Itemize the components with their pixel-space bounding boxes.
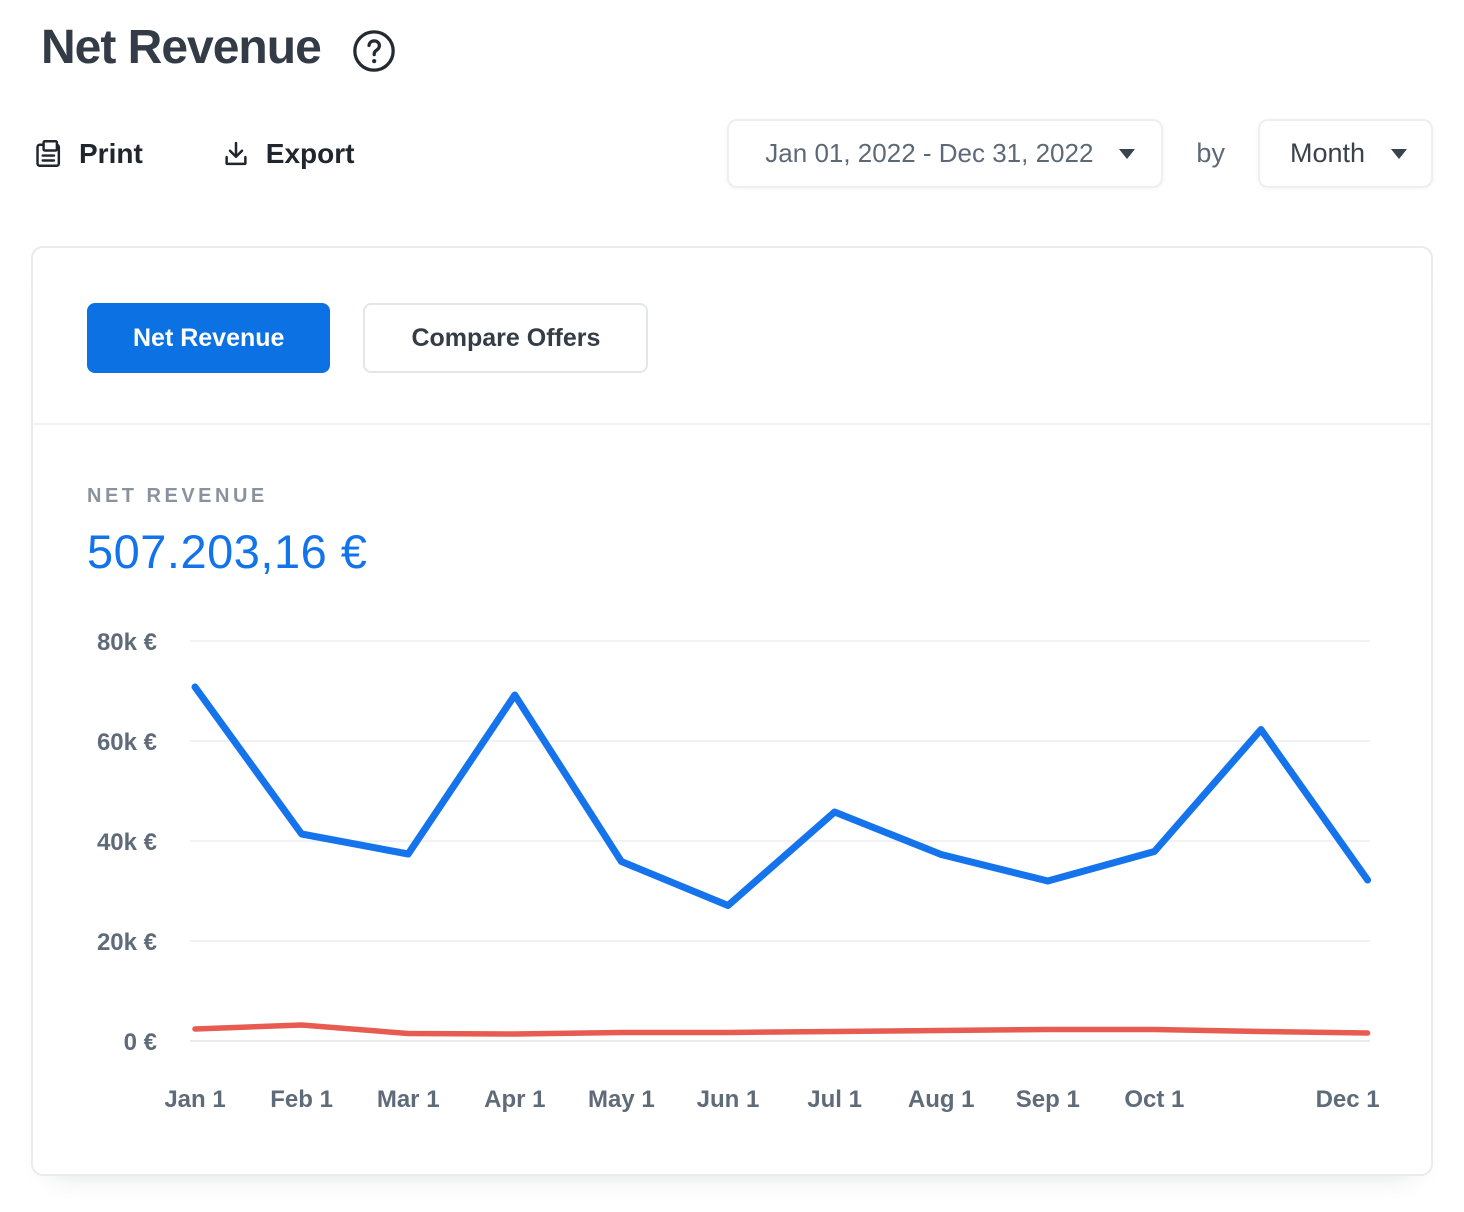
granularity-value: Month	[1289, 138, 1365, 168]
x-tick-label: Apr 1	[484, 1086, 545, 1113]
download-icon	[221, 139, 251, 169]
export-button[interactable]: Export	[221, 137, 355, 170]
x-tick-label: Feb 1	[270, 1086, 333, 1113]
y-tick-label: 60k €	[97, 729, 157, 756]
print-button[interactable]: Print	[33, 138, 143, 170]
export-label: Export	[265, 137, 355, 169]
net-revenue-page: Net Revenue Print Export Jan 01, 2022 - …	[0, 0, 1464, 1176]
x-tick-label: Jan 1	[164, 1086, 225, 1113]
y-tick-label: 20k €	[97, 929, 157, 956]
x-tick-label: Jul 1	[807, 1086, 862, 1113]
x-tick-label: May 1	[588, 1086, 655, 1113]
date-range-value: Jan 01, 2022 - Dec 31, 2022	[765, 138, 1094, 168]
print-icon	[33, 138, 64, 169]
question-circle-icon	[351, 28, 397, 74]
page-title: Net Revenue	[41, 21, 322, 74]
net-revenue-line-chart: 80k € 60k € 40k € 20k € 0 € Jan 1 Feb 1 Mar 1 Ap…	[97, 629, 1380, 1113]
tab-compare-offers[interactable]: Compare Offers	[363, 303, 649, 373]
chart-card: Net Revenue Compare Offers NET REVENUE 5…	[31, 246, 1433, 1176]
help-button[interactable]	[351, 28, 397, 74]
series-line-net_revenue	[191, 683, 1372, 909]
x-tick-label: Aug 1	[908, 1086, 975, 1113]
metric-block: NET REVENUE 507.203,16 €	[33, 425, 1431, 579]
x-tick-label: Jun 1	[697, 1086, 760, 1113]
by-label: by	[1196, 138, 1225, 168]
chart-wrap: 80k € 60k € 40k € 20k € 0 € Jan 1 Feb 1 Mar 1 Ap…	[33, 615, 1431, 1140]
toolbar: Print Export Jan 01, 2022 - Dec 31, 2022…	[31, 119, 1433, 188]
y-tick-label: 40k €	[97, 829, 157, 856]
tab-net-revenue[interactable]: Net Revenue	[87, 303, 331, 373]
page-header: Net Revenue	[31, 0, 1433, 75]
date-range-select[interactable]: Jan 01, 2022 - Dec 31, 2022	[727, 119, 1164, 188]
series-line-secondary_red	[192, 1022, 1371, 1037]
x-tick-label: Dec 1	[1316, 1086, 1380, 1113]
x-tick-label: Mar 1	[377, 1086, 440, 1113]
x-tick-label: Oct 1	[1124, 1086, 1184, 1113]
metric-value: 507.203,16 €	[87, 525, 368, 578]
chart-tabs: Net Revenue Compare Offers	[33, 303, 1431, 373]
y-tick-label: 0 €	[124, 1029, 157, 1056]
chevron-down-icon	[1119, 148, 1136, 159]
y-tick-label: 80k €	[97, 629, 157, 656]
x-tick-label: Sep 1	[1016, 1086, 1080, 1113]
chevron-down-icon	[1391, 148, 1407, 159]
print-label: Print	[79, 137, 143, 169]
metric-label: NET REVENUE	[87, 485, 268, 507]
granularity-select[interactable]: Month	[1257, 119, 1433, 188]
